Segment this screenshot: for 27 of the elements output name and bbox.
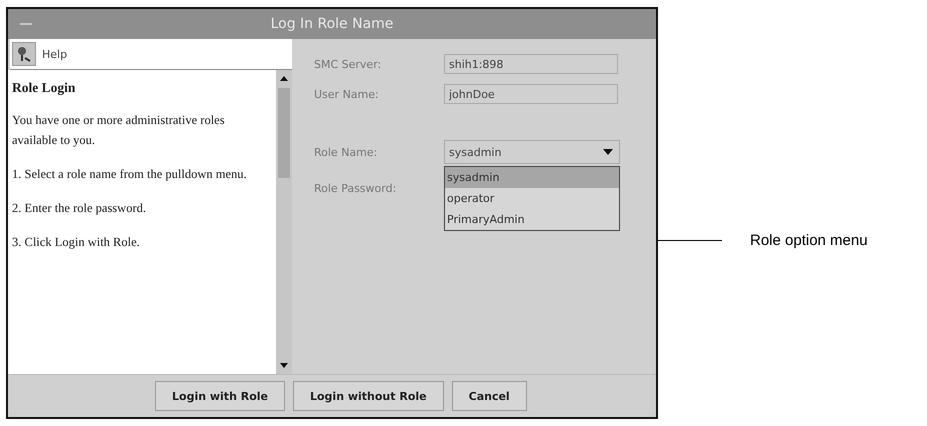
help-icon[interactable]	[12, 42, 36, 66]
window-title: Log In Role Name	[270, 16, 394, 32]
dropdown-caret-icon	[603, 149, 613, 155]
scroll-down-icon[interactable]	[279, 360, 289, 370]
help-paragraph: You have one or more administrative roles available to you.	[12, 112, 226, 149]
menu-option[interactable]: operator	[445, 188, 619, 209]
help-paragraph: 1. Select a role name from the pulldown menu.	[12, 166, 248, 183]
help-heading: Role Login	[12, 80, 76, 96]
text-field[interactable]: johnDoe	[444, 84, 618, 104]
field-label: Role Name:	[314, 146, 378, 158]
scrollbar[interactable]	[276, 70, 292, 374]
help-title: Help	[42, 48, 68, 60]
field-label: Role Password:	[314, 182, 398, 194]
scroll-thumb[interactable]	[278, 88, 290, 178]
help-paragraph: 2. Enter the role password.	[12, 200, 147, 217]
menu-option[interactable]: PrimaryAdmin	[445, 209, 619, 230]
dialog-button[interactable]: Cancel	[452, 381, 527, 411]
field-label: User Name:	[314, 88, 380, 100]
menu-option[interactable]: sysadmin	[445, 167, 619, 188]
role-dropdown[interactable]: sysadmin	[444, 140, 620, 164]
callout-label: Role option menu	[750, 232, 868, 248]
field-label: SMC Server:	[314, 58, 382, 70]
help-paragraph: 3. Click Login with Role.	[12, 234, 141, 251]
text-field[interactable]: shih1:898	[444, 54, 618, 74]
dialog-button[interactable]: Login with Role	[155, 381, 285, 411]
dialog-button[interactable]: Login without Role	[292, 381, 444, 411]
scroll-up-icon[interactable]	[279, 74, 289, 84]
